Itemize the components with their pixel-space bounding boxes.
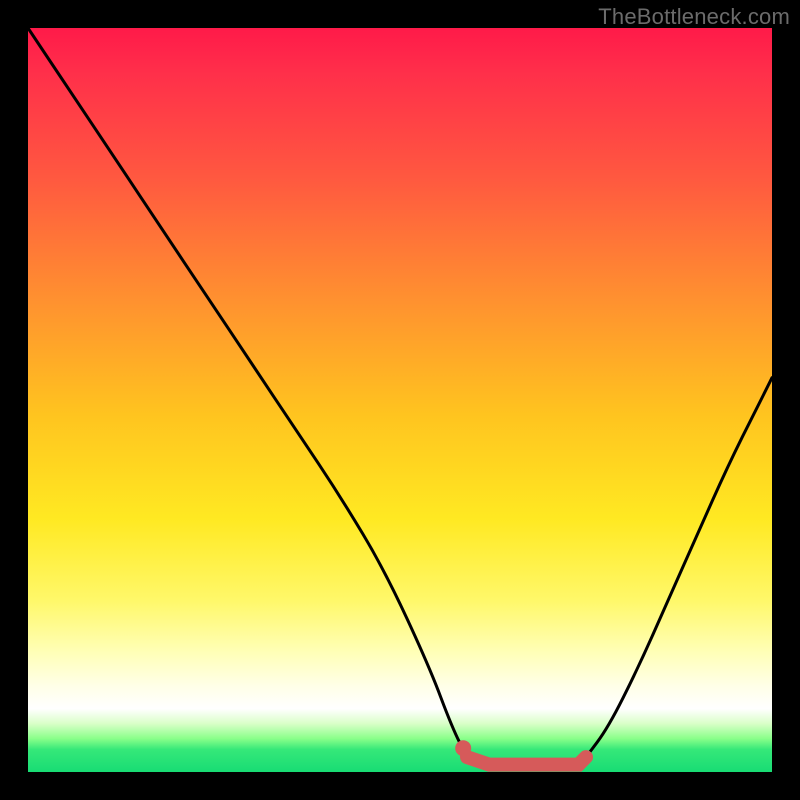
curve-overlay <box>28 28 772 772</box>
left-curve-path <box>28 28 467 757</box>
chart-container: TheBottleneck.com <box>0 0 800 800</box>
marker-dot <box>455 740 471 756</box>
optimal-band-path <box>467 757 586 765</box>
plot-area <box>28 28 772 772</box>
watermark-text: TheBottleneck.com <box>598 4 790 30</box>
right-curve-path <box>586 378 772 757</box>
